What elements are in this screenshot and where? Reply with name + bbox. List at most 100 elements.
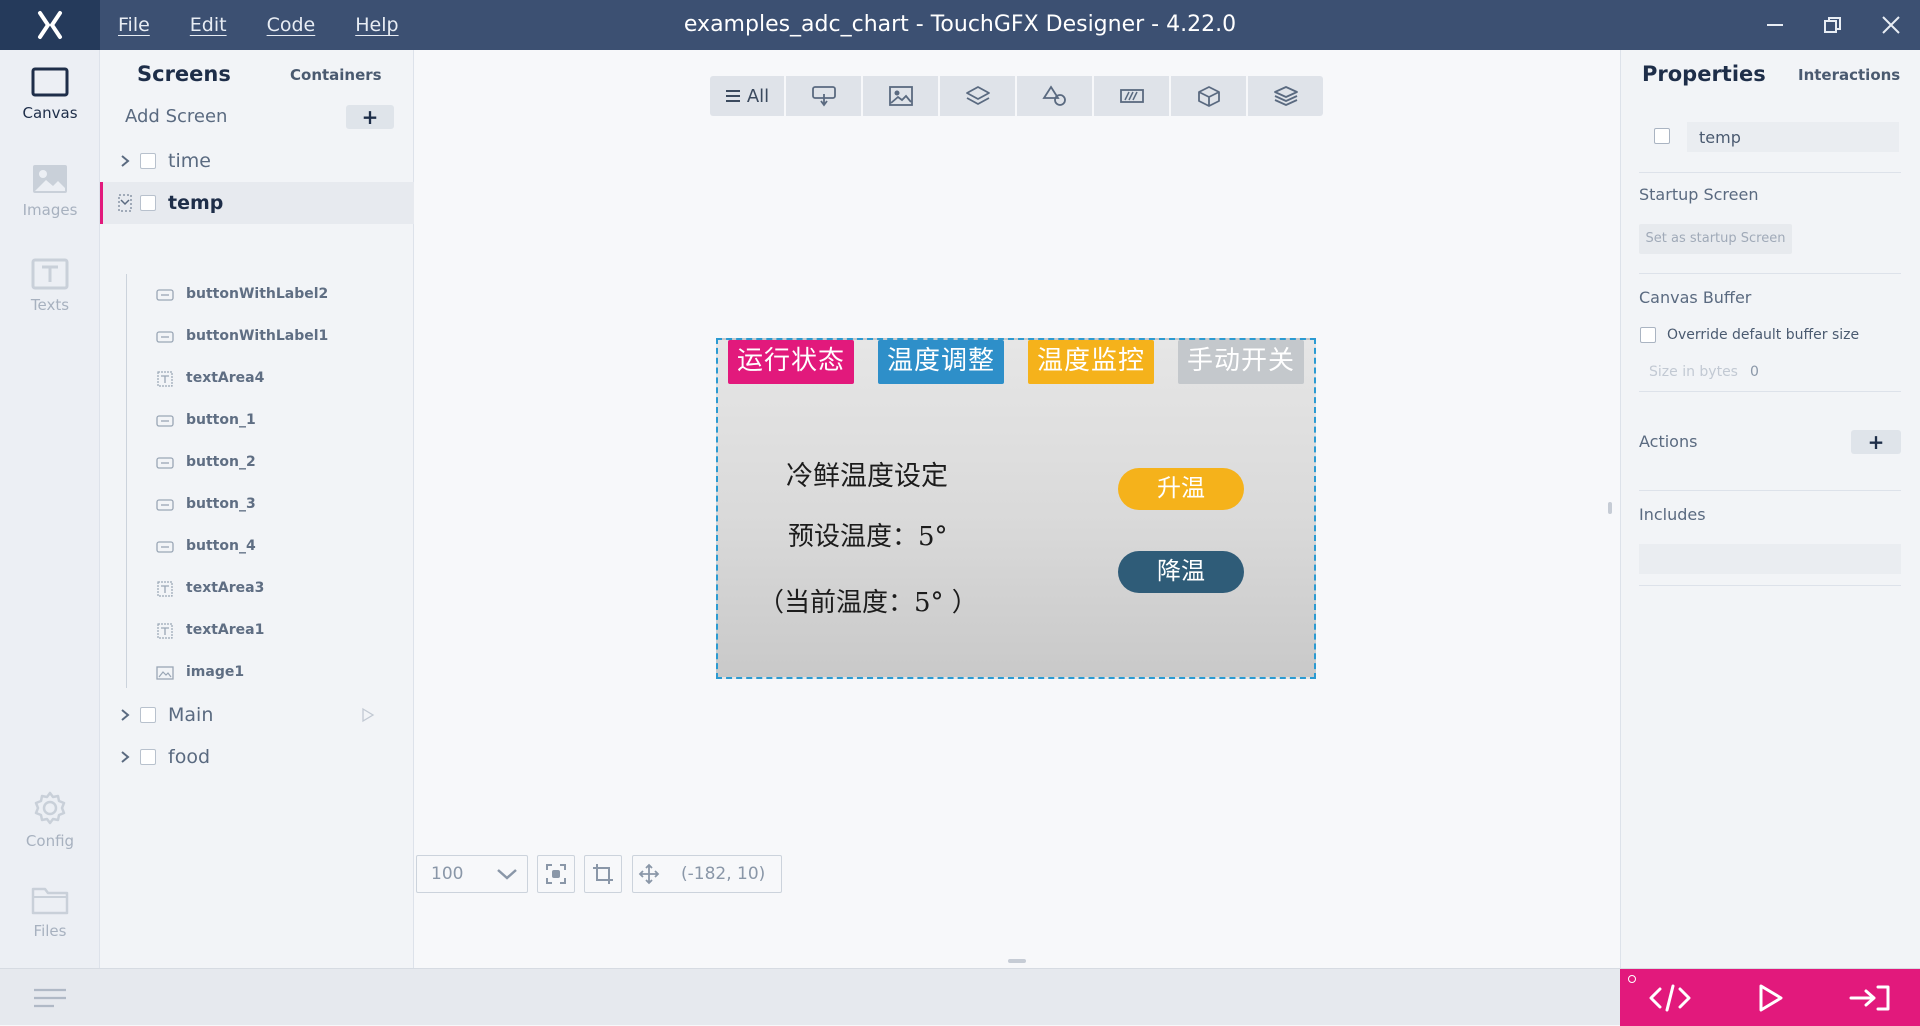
tab-interactions[interactable]: Interactions bbox=[1798, 66, 1900, 84]
touch-button-icon bbox=[811, 86, 836, 107]
startup-screen-heading: Startup Screen bbox=[1639, 185, 1759, 204]
chevron-down-icon bbox=[497, 869, 517, 880]
divider bbox=[1639, 172, 1901, 173]
device-tab-manual-switch[interactable]: 手动开关 bbox=[1178, 340, 1304, 384]
fit-to-screen-button[interactable] bbox=[537, 855, 575, 893]
add-action-button[interactable]: + bbox=[1851, 430, 1901, 454]
filter-all-button[interactable]: All bbox=[710, 76, 784, 116]
minimize-icon bbox=[1767, 24, 1783, 26]
filter-images-button[interactable] bbox=[863, 76, 938, 116]
device-tab-run-status[interactable]: 运行状态 bbox=[728, 340, 854, 384]
list-icon bbox=[725, 90, 740, 102]
size-in-bytes-value[interactable]: 0 bbox=[1750, 364, 1759, 380]
nav-canvas[interactable]: Canvas bbox=[0, 66, 100, 146]
override-buffer-checkbox[interactable] bbox=[1640, 327, 1656, 343]
widget-item-textarea1[interactable]: textArea1 bbox=[100, 610, 414, 652]
panel-splitter-handle[interactable] bbox=[1608, 502, 1612, 514]
minimize-button[interactable] bbox=[1746, 0, 1804, 50]
screen-item-food[interactable]: food bbox=[100, 736, 414, 778]
screen-item-main[interactable]: Main bbox=[100, 694, 414, 736]
properties-panel: Properties Interactions Startup Screen S… bbox=[1620, 50, 1920, 968]
menu-bar: File Edit Code Help bbox=[100, 0, 421, 50]
log-toggle-button[interactable] bbox=[30, 987, 70, 1009]
images-icon bbox=[33, 165, 67, 193]
gear-icon bbox=[34, 791, 66, 825]
tab-properties[interactable]: Properties bbox=[1642, 62, 1766, 86]
chevron-right-icon[interactable] bbox=[118, 152, 132, 170]
nav-config[interactable]: Config bbox=[0, 790, 100, 870]
screen-name: Main bbox=[168, 704, 214, 726]
close-button[interactable] bbox=[1862, 0, 1920, 50]
button-icon bbox=[156, 457, 174, 469]
crop-button[interactable] bbox=[584, 855, 622, 893]
cursor-coordinates: (-182, 10) bbox=[681, 864, 766, 884]
widget-item-textarea4[interactable]: textArea4 bbox=[100, 358, 414, 400]
menu-code[interactable]: Code bbox=[267, 14, 316, 36]
touchgfx-logo-icon bbox=[0, 0, 100, 50]
widget-item-image1[interactable]: image1 bbox=[100, 652, 414, 694]
nav-texts[interactable]: Texts bbox=[0, 258, 100, 338]
override-buffer-label: Override default buffer size bbox=[1667, 327, 1860, 343]
widget-item-button-2[interactable]: button_2 bbox=[100, 442, 414, 484]
widget-item-button-4[interactable]: button_4 bbox=[100, 526, 414, 568]
chevron-down-icon[interactable] bbox=[118, 194, 132, 212]
canvas-area[interactable]: All 运行状态 温度调整 温度监控 手动开关 冷鲜温度设定 预设温度：5° （… bbox=[414, 50, 1620, 968]
device-tab-temp-adjust[interactable]: 温度调整 bbox=[878, 340, 1004, 384]
filter-containers-button[interactable] bbox=[940, 76, 1015, 116]
screen-visibility-checkbox[interactable] bbox=[140, 749, 156, 765]
tab-containers[interactable]: Containers bbox=[290, 66, 382, 84]
screen-visibility-checkbox[interactable] bbox=[140, 195, 156, 211]
screen-name: food bbox=[168, 746, 210, 768]
device-tab-temp-monitor[interactable]: 温度监控 bbox=[1028, 340, 1154, 384]
add-screen-button[interactable]: + bbox=[346, 105, 394, 129]
screen-visible-checkbox[interactable] bbox=[1654, 128, 1670, 144]
filter-shapes-button[interactable] bbox=[1017, 76, 1092, 116]
run-simulator-button[interactable] bbox=[1720, 969, 1820, 1026]
screen-name-input[interactable] bbox=[1687, 122, 1899, 152]
menu-help[interactable]: Help bbox=[355, 14, 398, 36]
widget-item-buttonwithlabel1[interactable]: buttonWithLabel1 bbox=[100, 316, 414, 358]
zoom-select[interactable]: 100 bbox=[416, 855, 528, 893]
includes-heading: Includes bbox=[1639, 505, 1706, 524]
widget-item-buttonwithlabel2[interactable]: buttonWithLabel2 bbox=[100, 274, 414, 316]
restore-icon bbox=[1824, 17, 1841, 33]
log-panel-resize-handle[interactable] bbox=[1008, 959, 1026, 963]
window-controls bbox=[1746, 0, 1920, 50]
generate-code-button[interactable] bbox=[1620, 969, 1720, 1026]
widget-item-button-1[interactable]: button_1 bbox=[100, 400, 414, 442]
button-icon bbox=[156, 499, 174, 511]
filter-progress-button[interactable] bbox=[1094, 76, 1169, 116]
button-icon bbox=[156, 289, 174, 301]
stack-icon bbox=[1273, 86, 1298, 106]
device-lower-temp-button[interactable]: 降温 bbox=[1118, 551, 1244, 593]
screen-visibility-checkbox[interactable] bbox=[140, 707, 156, 723]
nav-images[interactable]: Images bbox=[0, 163, 100, 243]
filter-misc-button[interactable] bbox=[1248, 76, 1323, 116]
chevron-right-icon[interactable] bbox=[118, 748, 132, 766]
nav-files[interactable]: Files bbox=[0, 884, 100, 964]
widget-item-textarea3[interactable]: textArea3 bbox=[100, 568, 414, 610]
screen-item-time[interactable]: time bbox=[100, 140, 414, 182]
play-icon bbox=[1759, 984, 1783, 1011]
screens-panel-tabs: Screens Containers bbox=[100, 50, 414, 98]
menu-edit[interactable]: Edit bbox=[190, 14, 227, 36]
tab-screens[interactable]: Screens bbox=[137, 62, 231, 86]
chevron-right-icon[interactable] bbox=[118, 706, 132, 724]
widget-item-button-3[interactable]: button_3 bbox=[100, 484, 414, 526]
screen-preview-temp[interactable]: 运行状态 温度调整 温度监控 手动开关 冷鲜温度设定 预设温度：5° （当前温度… bbox=[716, 338, 1316, 679]
device-raise-temp-button[interactable]: 升温 bbox=[1118, 468, 1244, 510]
set-startup-screen-button[interactable]: Set as startup Screen bbox=[1639, 224, 1792, 254]
menu-file[interactable]: File bbox=[118, 14, 150, 36]
includes-field[interactable] bbox=[1639, 544, 1901, 574]
divider bbox=[1639, 273, 1901, 274]
startup-screen-icon bbox=[362, 707, 375, 723]
widget-name: button_2 bbox=[186, 454, 256, 470]
screen-visibility-checkbox[interactable] bbox=[140, 153, 156, 169]
widget-name: textArea3 bbox=[186, 580, 265, 596]
run-on-target-button[interactable] bbox=[1820, 969, 1920, 1026]
filter-buttons-button[interactable] bbox=[786, 76, 861, 116]
filter-3d-button[interactable] bbox=[1171, 76, 1246, 116]
restore-button[interactable] bbox=[1804, 0, 1862, 50]
nav-texts-label: Texts bbox=[30, 296, 70, 314]
screen-item-temp[interactable]: temp bbox=[100, 182, 414, 224]
